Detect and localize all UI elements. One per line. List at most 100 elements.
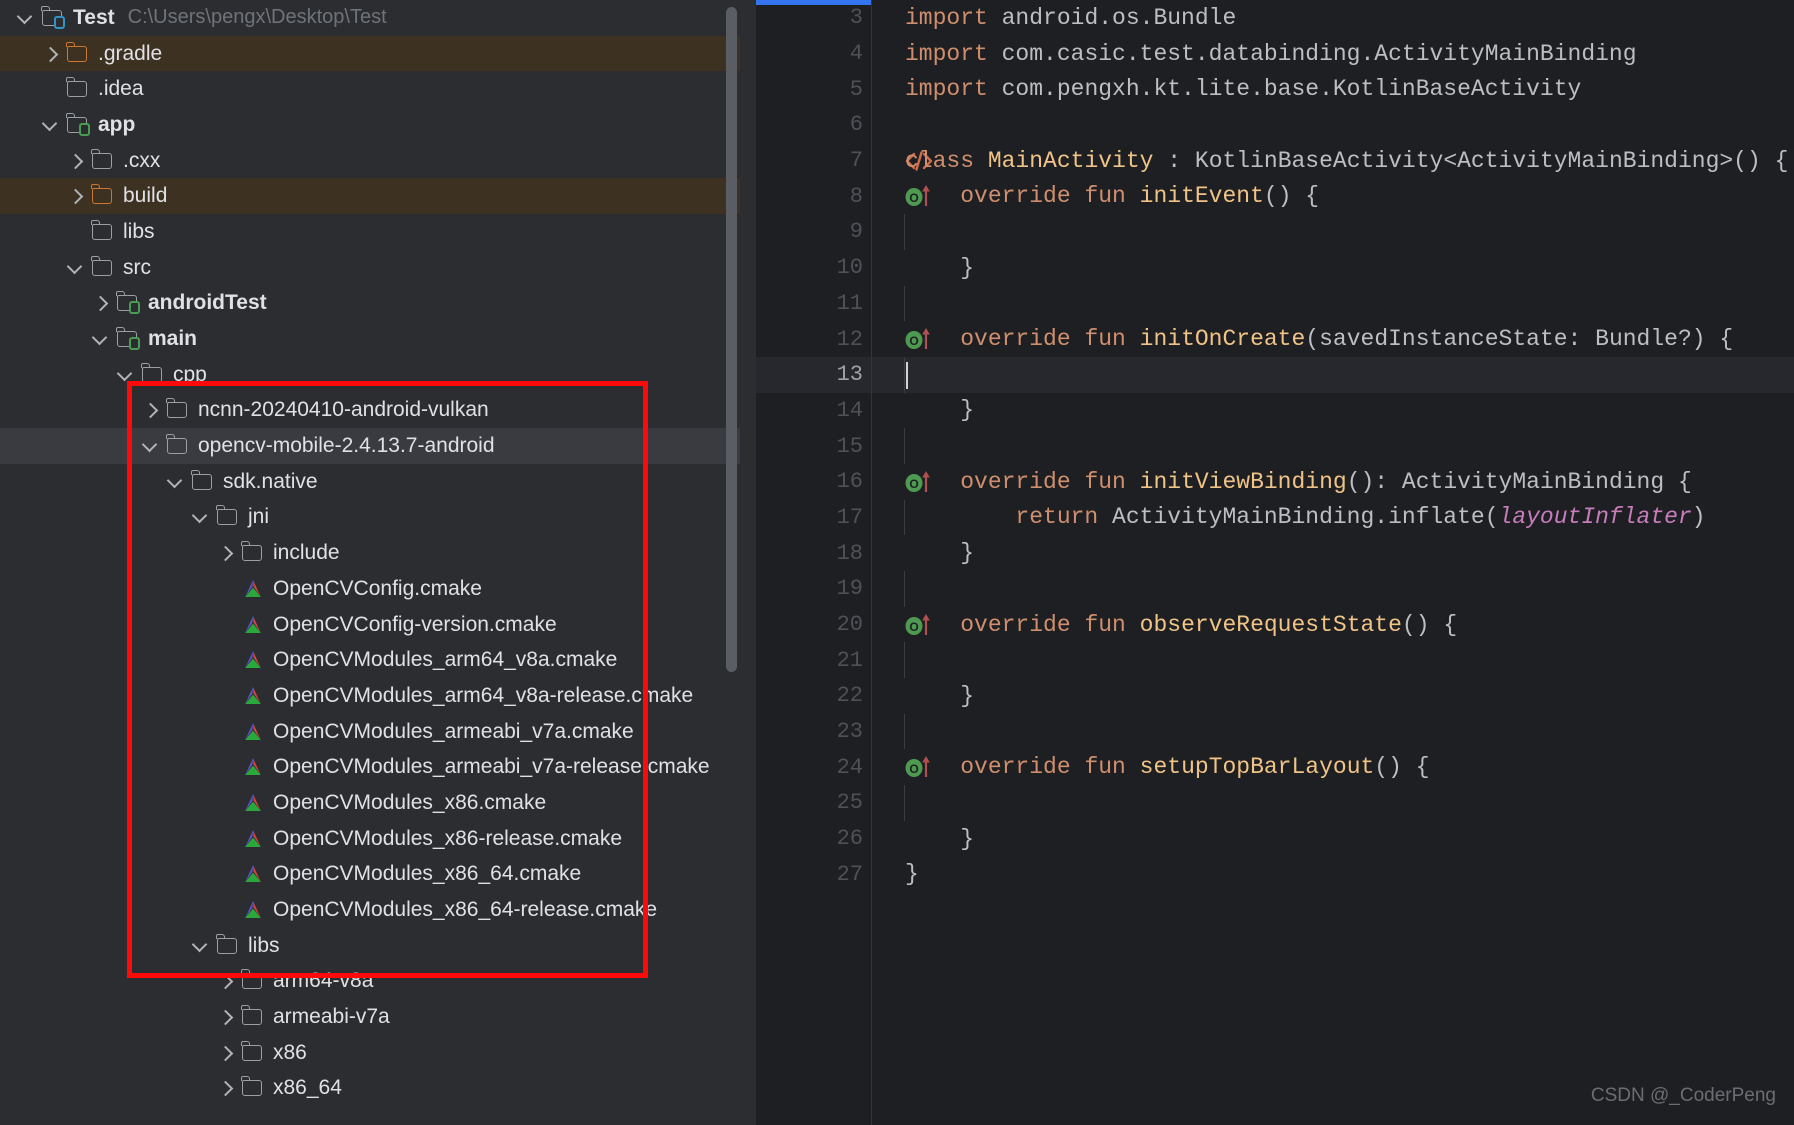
project-tree-list[interactable]: Test C:\Users\pengx\Desktop\Test .gradle .i… — [0, 0, 740, 1106]
gutter-line-26[interactable]: 26 — [756, 821, 863, 857]
code-line-27[interactable]: 27} — [756, 857, 1794, 893]
gutter-line-8[interactable]: 8O — [756, 178, 930, 214]
code-line-6[interactable]: 6 — [756, 107, 1794, 143]
chevron-right-icon[interactable] — [213, 1040, 239, 1066]
chevron-down-icon[interactable] — [163, 469, 189, 495]
tree-item-opencvmodules-armeabi-v7a-release-cmake[interactable]: OpenCVModules_armeabi_v7a-release.cmake — [0, 749, 740, 785]
gutter-line-4[interactable]: 4 — [756, 36, 863, 72]
tree-item-src[interactable]: src — [0, 250, 740, 286]
chevron-down-icon[interactable] — [63, 255, 89, 281]
chevron-down-icon[interactable] — [113, 362, 139, 388]
chevron-down-icon[interactable] — [138, 433, 164, 459]
pane-splitter[interactable] — [740, 0, 756, 1125]
tree-item-x86-64[interactable]: x86_64 — [0, 1071, 740, 1107]
tree-item-opencvconfig-version-cmake[interactable]: OpenCVConfig-version.cmake — [0, 607, 740, 643]
gutter-line-14[interactable]: 14 — [756, 393, 863, 429]
gutter-line-22[interactable]: 22 — [756, 678, 863, 714]
code-line-15[interactable]: 15 — [756, 428, 1794, 464]
code-line-14[interactable]: 14 } — [756, 393, 1794, 429]
gutter-line-10[interactable]: 10 — [756, 250, 863, 286]
code-line-11[interactable]: 11 — [756, 285, 1794, 322]
code-line-13[interactable]: 13 — [756, 356, 1794, 393]
gutter-line-16[interactable]: 16 O — [756, 464, 930, 500]
chevron-right-icon[interactable] — [38, 41, 64, 67]
chevron-right-icon[interactable] — [63, 183, 89, 209]
tree-item-test[interactable]: Test C:\Users\pengx\Desktop\Test — [0, 0, 740, 36]
tree-item-gradle[interactable]: .gradle — [0, 35, 740, 72]
code-line-23[interactable]: 23 — [756, 713, 1794, 750]
project-tree-panel[interactable]: Test C:\Users\pengx\Desktop\Test .gradle .i… — [0, 0, 740, 1125]
tree-item-ncnn-20240410-android-vulkan[interactable]: ncnn-20240410-android-vulkan — [0, 393, 740, 429]
tree-item-main[interactable]: main — [0, 321, 740, 357]
gutter-line-25[interactable]: 25 — [756, 785, 863, 821]
chevron-right-icon[interactable] — [213, 1004, 239, 1030]
gutter-line-27[interactable]: 27 — [756, 857, 863, 893]
gutter-line-9[interactable]: 9 — [756, 214, 863, 250]
tree-item-include[interactable]: include — [0, 535, 740, 571]
code-editor[interactable]: 3 import android.os.Bundle 4 import com.cas… — [756, 0, 1794, 1125]
gutter-line-5[interactable]: 5 — [756, 71, 863, 107]
tree-item-build[interactable]: build — [0, 178, 740, 215]
code-line-7[interactable]: 7 class MainActivity : KotlinBaseActivity… — [756, 143, 1794, 179]
tree-item-opencvmodules-x86-64-release-cmake[interactable]: OpenCVModules_x86_64-release.cmake — [0, 892, 740, 928]
chevron-down-icon[interactable] — [13, 5, 39, 31]
gutter-line-13[interactable]: 13 — [756, 357, 863, 393]
chevron-right-icon[interactable] — [63, 148, 89, 174]
tree-item-opencvmodules-armeabi-v7a-cmake[interactable]: OpenCVModules_armeabi_v7a.cmake — [0, 714, 740, 750]
gutter-line-6[interactable]: 6 — [756, 107, 863, 143]
gutter-line-20[interactable]: 20 O — [756, 607, 930, 643]
gutter-line-3[interactable]: 3 — [756, 0, 863, 36]
tree-item-sdk-native[interactable]: sdk.native — [0, 464, 740, 500]
tree-item-jni[interactable]: jni — [0, 500, 740, 536]
tree-item-opencvmodules-x86-64-cmake[interactable]: OpenCVModules_x86_64.cmake — [0, 857, 740, 893]
gutter-line-18[interactable]: 18 — [756, 535, 863, 571]
tree-item-arm64-v8a[interactable]: arm64-v8a — [0, 964, 740, 1000]
code-line-4[interactable]: 4 import com.casic.test.databinding.Activ… — [756, 36, 1794, 72]
code-line-10[interactable]: 10 } — [756, 250, 1794, 286]
gutter-line-24[interactable]: 24 O — [756, 749, 930, 785]
chevron-down-icon[interactable] — [188, 504, 214, 530]
code-line-18[interactable]: 18 } — [756, 535, 1794, 571]
tree-item-libs[interactable]: libs — [0, 214, 740, 250]
code-lines[interactable]: 3 import android.os.Bundle 4 import com.cas… — [756, 0, 1794, 892]
gutter-line-12[interactable]: 12 O — [756, 321, 930, 357]
code-line-19[interactable]: 19 — [756, 571, 1794, 607]
gutter-line-15[interactable]: 15 — [756, 428, 863, 464]
tree-item-androidtest[interactable]: androidTest — [0, 286, 740, 322]
tree-item-app[interactable]: app — [0, 107, 740, 143]
tree-item-opencvconfig-cmake[interactable]: OpenCVConfig.cmake — [0, 571, 740, 607]
chevron-down-icon[interactable] — [38, 112, 64, 138]
chevron-right-icon[interactable] — [213, 540, 239, 566]
gutter-line-7[interactable]: 7 — [756, 143, 933, 179]
gutter-line-21[interactable]: 21 — [756, 642, 863, 678]
tree-item-opencv-mobile-2-4-13-7-android[interactable]: opencv-mobile-2.4.13.7-android — [0, 428, 740, 464]
tree-item-opencvmodules-arm64-v8a-release-cmake[interactable]: OpenCVModules_arm64_v8a-release.cmake — [0, 678, 740, 714]
tree-item-cpp[interactable]: cpp — [0, 357, 740, 393]
chevron-down-icon[interactable] — [188, 933, 214, 959]
gutter-line-11[interactable]: 11 — [756, 286, 863, 322]
code-line-16[interactable]: 16 O override fun initViewBinding(): Acti… — [756, 464, 1794, 500]
tree-item-armeabi-v7a[interactable]: armeabi-v7a — [0, 999, 740, 1035]
tree-item-cxx[interactable]: .cxx — [0, 143, 740, 179]
tree-item-opencvmodules-x86-release-cmake[interactable]: OpenCVModules_x86-release.cmake — [0, 821, 740, 857]
chevron-right-icon[interactable] — [213, 968, 239, 994]
code-line-9[interactable]: 9 — [756, 214, 1794, 250]
code-line-8[interactable]: 8O override fun initEvent() { — [756, 178, 1794, 214]
code-line-20[interactable]: 20 O override fun observeRequestState() { — [756, 607, 1794, 643]
code-line-21[interactable]: 21 — [756, 642, 1794, 679]
gutter-line-17[interactable]: 17 — [756, 500, 863, 536]
code-line-17[interactable]: 17 return ActivityMainBinding.inflate(la… — [756, 499, 1794, 536]
tree-scrollbar-thumb[interactable] — [726, 7, 737, 672]
code-line-24[interactable]: 24 O override fun setupTopBarLayout() { — [756, 749, 1794, 785]
code-line-12[interactable]: 12 O override fun initOnCreate(savedInsta… — [756, 321, 1794, 357]
code-line-25[interactable]: 25 — [756, 785, 1794, 821]
chevron-right-icon[interactable] — [138, 397, 164, 423]
chevron-right-icon[interactable] — [213, 1075, 239, 1101]
code-line-22[interactable]: 22 } — [756, 678, 1794, 714]
tree-item-opencvmodules-arm64-v8a-cmake[interactable]: OpenCVModules_arm64_v8a.cmake — [0, 642, 740, 678]
gutter-line-19[interactable]: 19 — [756, 571, 863, 607]
tree-item-opencvmodules-x86-cmake[interactable]: OpenCVModules_x86.cmake — [0, 785, 740, 821]
code-line-3[interactable]: 3 import android.os.Bundle — [756, 0, 1794, 36]
tree-item-idea[interactable]: .idea — [0, 71, 740, 107]
tree-item-libs[interactable]: libs — [0, 928, 740, 964]
